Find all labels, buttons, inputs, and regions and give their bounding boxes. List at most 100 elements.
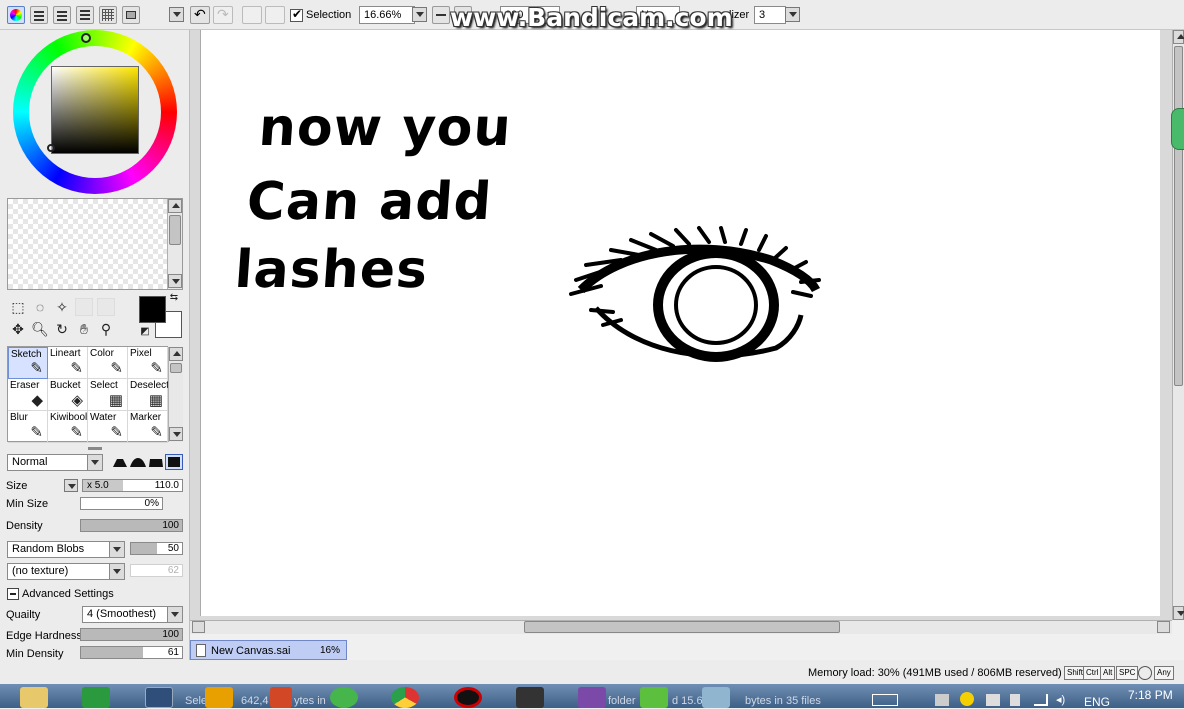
texture-select[interactable]: (no texture): [7, 563, 125, 580]
canvas-scroll-down-button[interactable]: [1173, 606, 1184, 620]
drawing-canvas[interactable]: now you Can add lashes: [200, 30, 1160, 616]
eyedropper-icon[interactable]: ⚲: [97, 320, 115, 338]
brush-pixel[interactable]: Pixel ✎: [128, 347, 168, 379]
collapse-advanced-icon[interactable]: [7, 588, 19, 600]
swap-colors-icon[interactable]: ⇆: [168, 292, 180, 304]
brush-shape-medium-button[interactable]: [129, 454, 147, 470]
tray-icon-1[interactable]: [935, 694, 949, 706]
scroll-right-button[interactable]: [1157, 621, 1170, 633]
lasso-icon[interactable]: ◌: [31, 298, 49, 316]
brush-water[interactable]: Water ✎: [88, 411, 128, 443]
hand-icon[interactable]: ✋︎: [75, 320, 93, 338]
deselect-button[interactable]: [242, 6, 262, 24]
bandicam-record-icon[interactable]: [454, 687, 482, 708]
invert-selection-button[interactable]: [265, 6, 285, 24]
min-size-slider[interactable]: 0%: [80, 497, 163, 510]
brush-deselect[interactable]: Deselect ▦: [128, 379, 169, 411]
brush-bucket[interactable]: Bucket ◈: [48, 379, 88, 411]
scratchpad-button[interactable]: [122, 6, 140, 24]
brush-scroll-thumb[interactable]: [170, 363, 182, 373]
density-slider[interactable]: 100: [80, 519, 183, 532]
scratchpad-preview[interactable]: [7, 198, 183, 290]
color-wheel-toggle-button[interactable]: [7, 6, 25, 24]
zoom-dropdown[interactable]: [412, 7, 427, 22]
rgb-slider-button[interactable]: [30, 6, 48, 24]
brush-scroll-up-button[interactable]: [169, 347, 183, 361]
network-icon[interactable]: [1034, 694, 1048, 706]
zoom-icon[interactable]: 🔍︎: [31, 320, 49, 338]
canvas-horizontal-scrollbar[interactable]: [190, 620, 1172, 634]
canvas-vscroll-thumb[interactable]: [1174, 46, 1183, 386]
sai-app-icon[interactable]: [640, 687, 668, 708]
store-icon[interactable]: [82, 687, 110, 708]
scroll-left-button[interactable]: [192, 621, 205, 633]
brush-sketch[interactable]: Sketch ✎: [8, 347, 48, 379]
zoom-field[interactable]: 16.66%: [359, 6, 415, 24]
brush-select[interactable]: Select ▦: [88, 379, 128, 411]
chrome-icon[interactable]: [391, 687, 419, 708]
undo-button[interactable]: ↶: [190, 6, 210, 24]
stabilizer-field[interactable]: 3: [754, 6, 786, 24]
stabilizer-dropdown[interactable]: [785, 7, 800, 22]
brush-scroll-down-button[interactable]: [169, 427, 183, 441]
brush-grid-scrollbar[interactable]: [168, 347, 183, 442]
color-wheel[interactable]: [13, 30, 177, 194]
size-multiplier-dropdown[interactable]: [64, 479, 78, 492]
brush-color[interactable]: Color ✎: [88, 347, 128, 379]
scratchpad-scrollbar[interactable]: [167, 199, 182, 289]
brush-eraser[interactable]: Eraser ◆: [8, 379, 48, 411]
brush-kiwibool[interactable]: Kiwibool ✎: [48, 411, 88, 443]
quality-select[interactable]: 4 (Smoothest): [82, 606, 183, 623]
canvas-scroll-up-button[interactable]: [1173, 30, 1184, 44]
brush-lineart[interactable]: Lineart ✎: [48, 347, 88, 379]
selection-visible-checkbox[interactable]: [290, 7, 303, 22]
redo-button[interactable]: ↷: [213, 6, 233, 24]
globe-app-icon[interactable]: [205, 687, 233, 708]
clock-time[interactable]: 7:18 PM: [1128, 688, 1173, 702]
canvas-hscroll-thumb[interactable]: [524, 621, 840, 633]
move-icon[interactable]: ✥: [9, 320, 27, 338]
min-density-slider[interactable]: 61: [80, 646, 183, 659]
brush-shape-hard-button[interactable]: [111, 454, 129, 470]
brush-blur[interactable]: Blur ✎: [8, 411, 48, 443]
navigator-green-icon[interactable]: [1171, 108, 1184, 150]
swatch-grid-button[interactable]: [99, 6, 117, 24]
saturation-value-square[interactable]: [51, 66, 139, 154]
size-slider[interactable]: x 5.0 110.0: [82, 479, 183, 492]
rect-select-icon[interactable]: ⬚: [9, 298, 27, 316]
notepad-icon[interactable]: [702, 687, 730, 708]
hue-marker[interactable]: [81, 33, 91, 43]
blend-mode-select[interactable]: Normal: [7, 454, 103, 471]
winrar-icon[interactable]: [578, 687, 606, 708]
zoom-out-button[interactable]: [432, 6, 450, 24]
brush-shape-soft-button[interactable]: [147, 454, 165, 470]
explorer-folder-icon[interactable]: [20, 687, 48, 708]
language-indicator[interactable]: ENG: [1084, 695, 1110, 709]
edge-hardness-slider[interactable]: 100: [80, 628, 183, 641]
brush-shape-square-button[interactable]: [165, 454, 183, 470]
texture-slider[interactable]: 62: [130, 564, 183, 577]
media-app-icon[interactable]: [516, 687, 544, 708]
document-tab[interactable]: New Canvas.sai 16%: [190, 640, 347, 660]
canvas-vertical-scrollbar[interactable]: [1171, 30, 1184, 620]
tray-icon-3[interactable]: [986, 694, 1000, 706]
keyboard-icon[interactable]: [872, 694, 898, 706]
reset-colors-icon[interactable]: ◩: [139, 326, 151, 338]
tray-icon-4[interactable]: [1010, 694, 1020, 706]
office-icon[interactable]: [270, 687, 292, 708]
canvas-viewport[interactable]: now you Can add lashes: [190, 30, 1172, 620]
scroll-thumb[interactable]: [169, 215, 181, 245]
rotate-icon[interactable]: ↻: [53, 320, 71, 338]
brush-marker[interactable]: Marker ✎: [128, 411, 168, 443]
brush-shape-slider[interactable]: 50: [130, 542, 183, 555]
scroll-up-button[interactable]: [168, 199, 182, 213]
sv-marker[interactable]: [47, 144, 55, 152]
palette-list-button[interactable]: [76, 6, 94, 24]
brush-shape-select[interactable]: Random Blobs: [7, 541, 125, 558]
panel-splitter[interactable]: [88, 447, 102, 450]
help-icon[interactable]: [145, 687, 173, 708]
hsv-slider-button[interactable]: [53, 6, 71, 24]
volume-icon[interactable]: ◂): [1056, 694, 1068, 706]
foreground-color-swatch[interactable]: [139, 296, 166, 323]
tray-icon-2[interactable]: [960, 692, 974, 706]
